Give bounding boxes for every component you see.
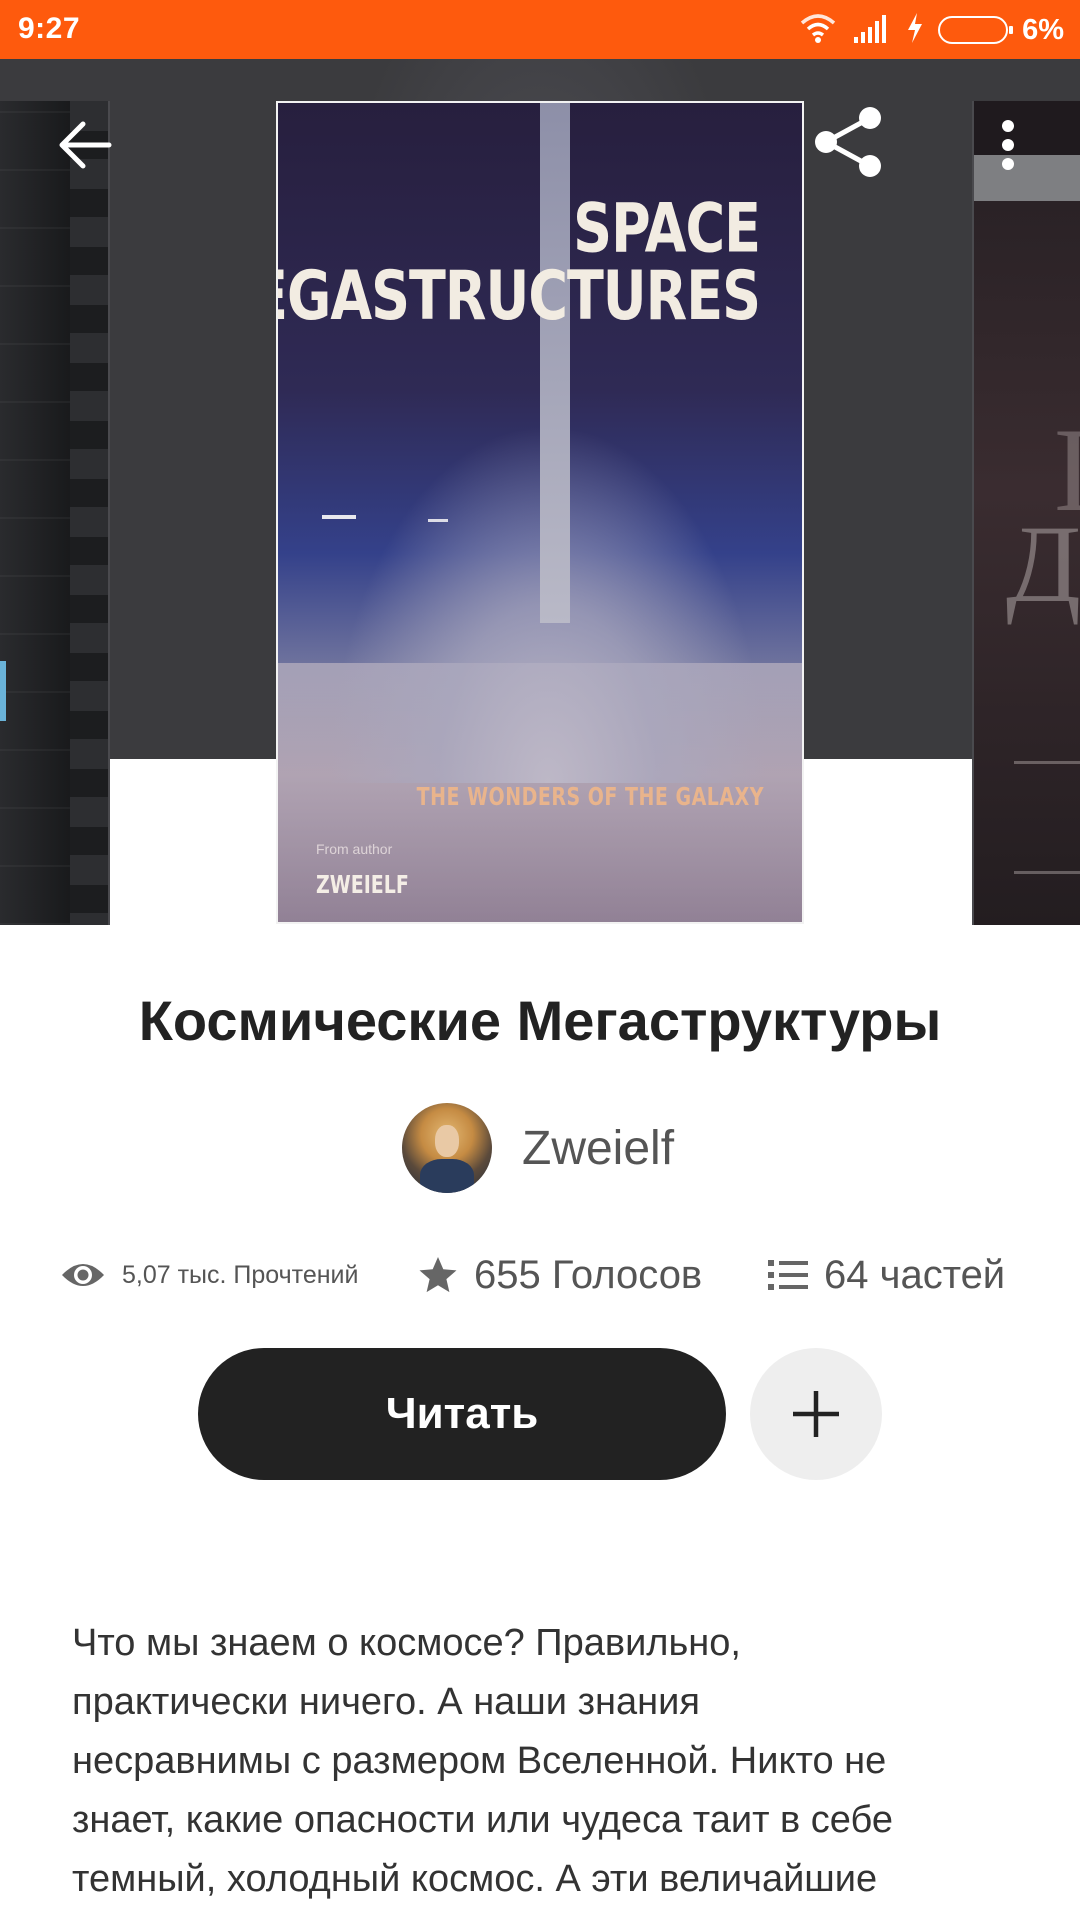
status-bar: 9:27 6% <box>0 0 1080 59</box>
description-line: темный, холодный космос. А эти величайши… <box>72 1858 878 1900</box>
window-light <box>0 661 6 721</box>
cover-glyph: Д <box>1006 503 1080 625</box>
description-line: Что мы знаем о космосе? Правильно, <box>72 1622 741 1664</box>
back-button[interactable] <box>50 110 120 180</box>
description-line: знает, какие опасности или чудеса таит в… <box>72 1799 893 1841</box>
author-row[interactable]: Zweielf <box>402 1103 674 1193</box>
previous-book-cover[interactable] <box>0 101 110 925</box>
plus-icon <box>793 1391 839 1437</box>
star-icon <box>419 1257 457 1293</box>
parts-stat[interactable]: 64 частей <box>768 1245 1005 1305</box>
eye-icon <box>62 1264 104 1286</box>
cover-title-line2: MEGASTRUCTURES <box>278 256 761 335</box>
cover-title-line1: SPACE <box>573 188 761 268</box>
avatar-face <box>435 1125 459 1157</box>
book-cover[interactable]: SPACE MEGASTRUCTURES THE WONDERS OF THE … <box>276 101 804 924</box>
avatar-body <box>420 1159 474 1193</box>
cover-subtitle: THE WONDERS OF THE GALAXY <box>416 783 764 812</box>
book-stats: 5,07 тыс. Прочтений 655 Голосов 64 часте… <box>60 1245 1020 1305</box>
status-icons: 6% <box>798 10 1064 50</box>
description-line: несравнимы с размером Вселенной. Никто н… <box>72 1740 887 1782</box>
book-description: Что мы знаем о космосе? Правильно, практ… <box>72 1614 1012 1909</box>
more-vertical-icon <box>1002 120 1014 170</box>
battery-percent: 6% <box>1022 13 1064 46</box>
next-book-cover[interactable]: Г Д <box>972 101 1080 925</box>
share-icon <box>815 107 881 177</box>
signal-icon <box>852 13 892 48</box>
author-name[interactable]: Zweielf <box>522 1121 674 1176</box>
reads-count: 5,07 тыс. Прочтений <box>122 1260 359 1289</box>
wifi-icon <box>798 11 838 50</box>
reads-stat: 5,07 тыс. Прочтений <box>60 1245 358 1305</box>
cover-line <box>1014 761 1080 764</box>
author-avatar[interactable] <box>402 1103 492 1193</box>
arrow-left-icon <box>59 121 112 169</box>
more-options-button[interactable] <box>988 110 1028 180</box>
status-time: 9:27 <box>18 12 81 45</box>
cover-from-label: From author <box>316 841 393 857</box>
building-windows <box>70 101 108 925</box>
cover-ship <box>322 515 356 519</box>
charging-icon <box>906 12 924 49</box>
battery-icon <box>938 16 1014 44</box>
cover-space-elevator <box>540 103 570 623</box>
book-title: Космические Мегаструктуры <box>138 989 942 1052</box>
votes-count: 655 Голосов <box>474 1252 703 1297</box>
cover-line <box>1014 871 1080 874</box>
description-line: практически ничего. А наши знания <box>72 1681 700 1723</box>
list-icon <box>768 1260 808 1290</box>
cover-author: ZWEIELF <box>316 871 409 900</box>
share-button[interactable] <box>808 102 888 182</box>
cover-title: SPACE MEGASTRUCTURES <box>278 188 761 335</box>
cover-ship <box>428 519 448 522</box>
add-to-library-button[interactable] <box>750 1348 882 1480</box>
votes-stat: 655 Голосов <box>418 1245 702 1305</box>
parts-count: 64 частей <box>824 1252 1006 1297</box>
read-button[interactable]: Читать <box>198 1348 726 1480</box>
